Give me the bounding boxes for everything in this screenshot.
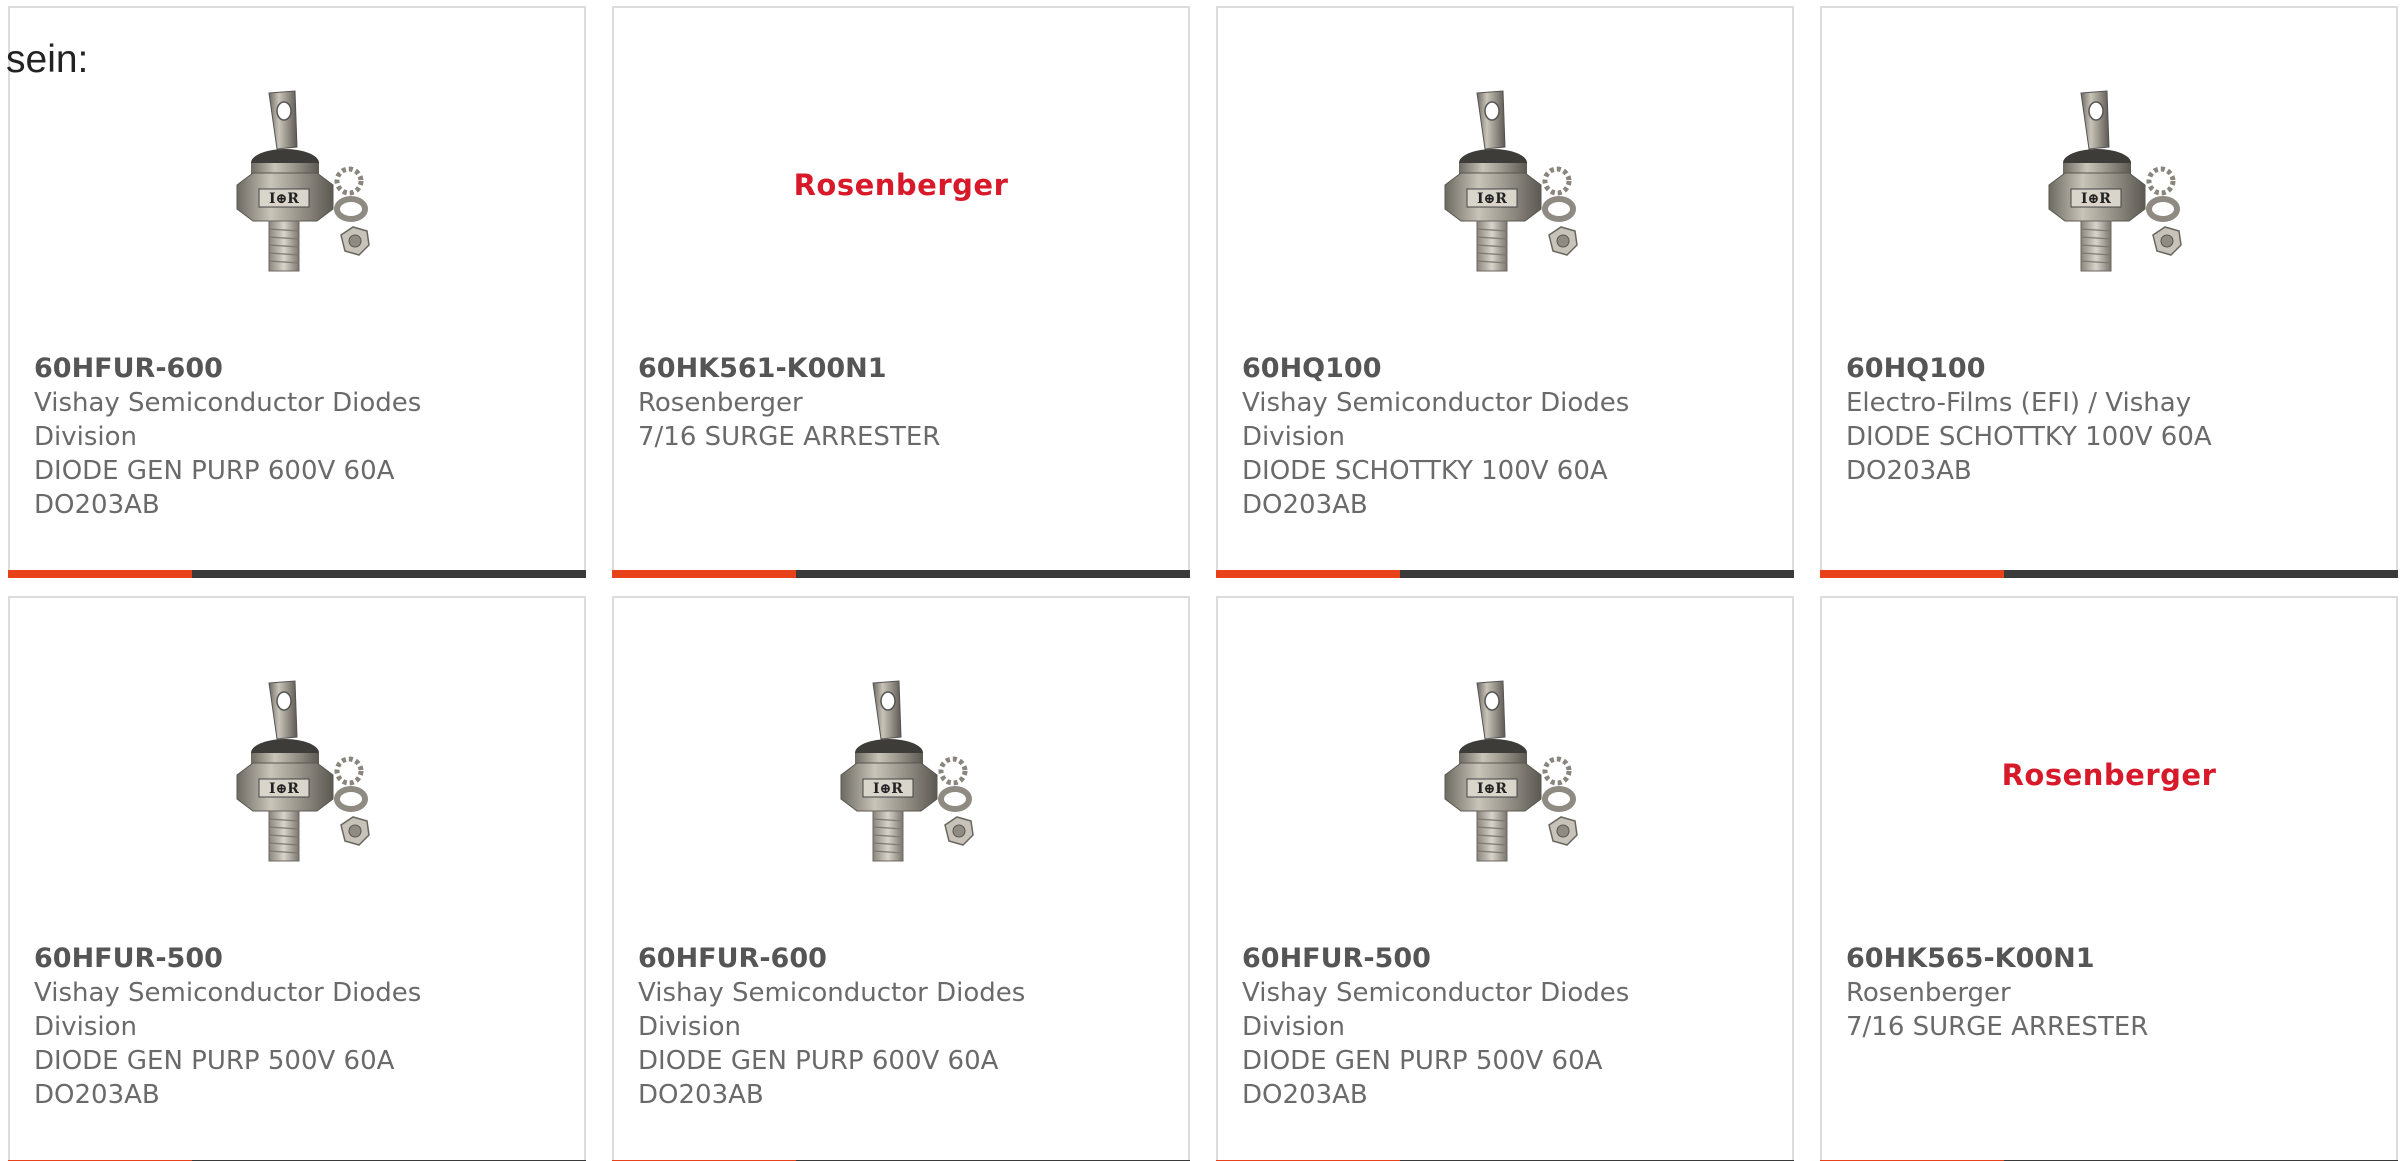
description-line-2: DO203AB <box>34 1080 160 1110</box>
product-card[interactable]: 60HFUR-600 Vishay Semiconductor Diodes D… <box>612 596 1190 1161</box>
product-info: 60HFUR-500 Vishay Semiconductor Diodes D… <box>34 942 560 1112</box>
description-line-2: DO203AB <box>34 490 160 520</box>
manufacturer: Vishay Semiconductor Diodes <box>1242 388 1630 418</box>
manufacturer-line-2: Division <box>638 1012 742 1042</box>
product-card[interactable]: 60HFUR-600 Vishay Semiconductor Diodes D… <box>8 6 586 578</box>
product-card[interactable]: Rosenberger 60HK565-K00N1 Rosenberger 7/… <box>1820 596 2398 1161</box>
description: 7/16 SURGE ARRESTER <box>1846 1012 2149 1042</box>
part-number[interactable]: 60HFUR-600 <box>34 352 560 386</box>
part-number[interactable]: 60HFUR-500 <box>1242 942 1768 976</box>
product-info: 60HFUR-600 Vishay Semiconductor Diodes D… <box>34 352 560 522</box>
rosenberger-logo: Rosenberger <box>793 168 1009 202</box>
description: DIODE GEN PURP 500V 60A <box>34 1046 395 1076</box>
product-info: 60HK561-K00N1 Rosenberger 7/16 SURGE ARR… <box>638 352 1164 454</box>
card-accent-bar <box>8 570 192 578</box>
card-bottom-bar <box>8 570 586 578</box>
product-image-area <box>1218 78 1792 292</box>
product-image-area <box>1218 668 1792 882</box>
card-accent-bar <box>1820 570 2004 578</box>
manufacturer: Electro-Films (EFI) / Vishay <box>1846 388 2192 418</box>
product-image-area <box>10 668 584 882</box>
stud-diode-image <box>197 85 397 285</box>
part-number[interactable]: 60HQ100 <box>1846 352 2372 386</box>
manufacturer: Vishay Semiconductor Diodes <box>34 388 422 418</box>
product-info: 60HQ100 Electro-Films (EFI) / Vishay DIO… <box>1846 352 2372 488</box>
product-image-area: Rosenberger <box>614 78 1188 292</box>
stud-diode-image <box>197 675 397 875</box>
description: DIODE SCHOTTKY 100V 60A <box>1242 456 1608 486</box>
description-line-2: DO203AB <box>1846 456 1972 486</box>
product-card[interactable]: 60HQ100 Electro-Films (EFI) / Vishay DIO… <box>1820 6 2398 578</box>
part-number[interactable]: 60HK565-K00N1 <box>1846 942 2372 976</box>
description: DIODE GEN PURP 600V 60A <box>638 1046 999 1076</box>
product-info: 60HFUR-600 Vishay Semiconductor Diodes D… <box>638 942 1164 1112</box>
intro-label: sein: <box>6 38 89 81</box>
product-image-area <box>1822 78 2396 292</box>
product-info: 60HQ100 Vishay Semiconductor Diodes Divi… <box>1242 352 1768 522</box>
card-bottom-bar <box>1820 570 2398 578</box>
product-card[interactable]: Rosenberger 60HK561-K00N1 Rosenberger 7/… <box>612 6 1190 578</box>
rosenberger-logo: Rosenberger <box>2001 758 2217 792</box>
card-accent-bar <box>612 570 796 578</box>
description-line-2: DO203AB <box>1242 490 1368 520</box>
manufacturer: Vishay Semiconductor Diodes <box>638 978 1026 1008</box>
stud-diode-image <box>2009 85 2209 285</box>
manufacturer: Vishay Semiconductor Diodes <box>1242 978 1630 1008</box>
stud-diode-image <box>1405 675 1605 875</box>
product-info: 60HFUR-500 Vishay Semiconductor Diodes D… <box>1242 942 1768 1112</box>
product-card[interactable]: 60HFUR-500 Vishay Semiconductor Diodes D… <box>8 596 586 1161</box>
manufacturer-line-2: Division <box>1242 422 1346 452</box>
part-number[interactable]: 60HFUR-600 <box>638 942 1164 976</box>
part-number[interactable]: 60HQ100 <box>1242 352 1768 386</box>
product-info: 60HK565-K00N1 Rosenberger 7/16 SURGE ARR… <box>1846 942 2372 1044</box>
description: DIODE GEN PURP 600V 60A <box>34 456 395 486</box>
results-page: sein: 60HFUR-600 Vishay Semiconductor Di… <box>0 0 2400 1161</box>
manufacturer: Rosenberger <box>1846 978 2011 1008</box>
description: 7/16 SURGE ARRESTER <box>638 422 941 452</box>
stud-diode-image <box>1405 85 1605 285</box>
description: DIODE GEN PURP 500V 60A <box>1242 1046 1603 1076</box>
description-line-2: DO203AB <box>1242 1080 1368 1110</box>
product-card[interactable]: 60HFUR-500 Vishay Semiconductor Diodes D… <box>1216 596 1794 1161</box>
manufacturer-line-2: Division <box>34 422 138 452</box>
card-accent-bar <box>1216 570 1400 578</box>
product-image-area <box>10 78 584 292</box>
manufacturer: Vishay Semiconductor Diodes <box>34 978 422 1008</box>
description: DIODE SCHOTTKY 100V 60A <box>1846 422 2212 452</box>
product-image-area: Rosenberger <box>1822 668 2396 882</box>
manufacturer: Rosenberger <box>638 388 803 418</box>
description-line-2: DO203AB <box>638 1080 764 1110</box>
product-card[interactable]: 60HQ100 Vishay Semiconductor Diodes Divi… <box>1216 6 1794 578</box>
manufacturer-line-2: Division <box>1242 1012 1346 1042</box>
stud-diode-image <box>801 675 1001 875</box>
product-image-area <box>614 668 1188 882</box>
card-bottom-bar <box>612 570 1190 578</box>
part-number[interactable]: 60HFUR-500 <box>34 942 560 976</box>
part-number[interactable]: 60HK561-K00N1 <box>638 352 1164 386</box>
product-grid: 60HFUR-600 Vishay Semiconductor Diodes D… <box>8 6 2398 1161</box>
manufacturer-line-2: Division <box>34 1012 138 1042</box>
card-bottom-bar <box>1216 570 1794 578</box>
